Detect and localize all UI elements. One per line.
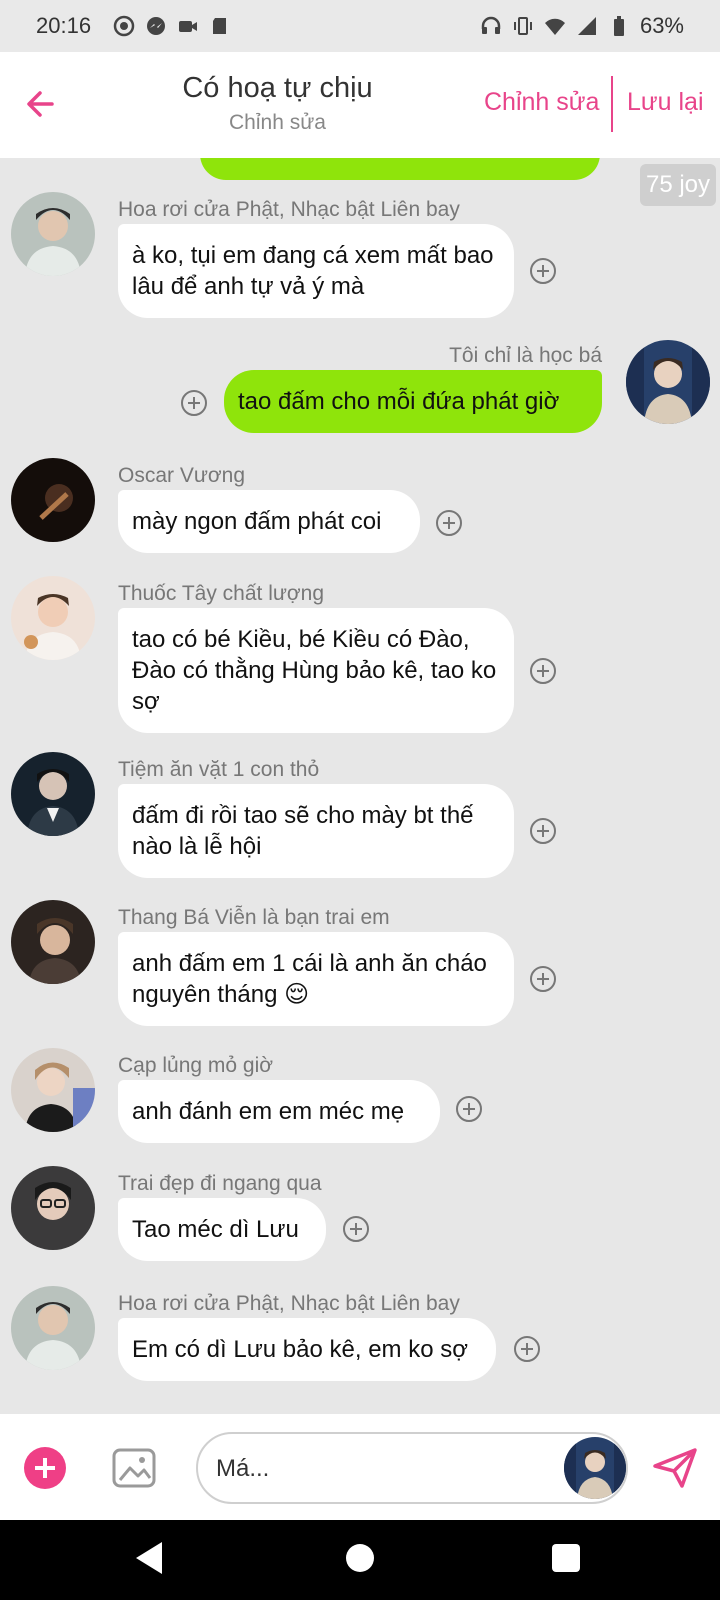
add-reaction-icon[interactable]	[343, 1216, 369, 1242]
headphones-icon	[481, 16, 501, 34]
chat-header: Có hoạ tự chịu Chỉnh sửa Chỉnh sửa Lưu l…	[0, 52, 720, 158]
nav-back-icon[interactable]	[134, 1540, 164, 1576]
sender-name: Thang Bá Viễn là bạn trai em	[118, 906, 390, 929]
nav-home-icon[interactable]	[346, 1544, 374, 1572]
status-bar: 20:16 63%	[0, 0, 720, 52]
signal-icon	[577, 17, 596, 35]
sender-name: Hoa rơi cửa Phật, Nhạc bật Liên bay	[118, 198, 460, 221]
add-reaction-icon[interactable]	[530, 658, 556, 684]
joy-badge: 75 joy	[640, 164, 716, 206]
vibrate-icon	[513, 17, 532, 35]
message-bubble[interactable]: tao đấm cho mỗi đứa phát giờ	[224, 370, 602, 433]
avatar[interactable]	[11, 458, 95, 542]
nav-recents-icon[interactable]	[552, 1544, 580, 1572]
sender-name: Hoa rơi cửa Phật, Nhạc bật Liên bay	[118, 1292, 460, 1315]
avatar[interactable]	[626, 340, 710, 424]
back-arrow-icon[interactable]	[20, 82, 64, 126]
message-input[interactable]	[216, 1450, 546, 1488]
page-subtitle: Chỉnh sửa	[229, 111, 326, 134]
edit-button[interactable]: Chỉnh sửa	[484, 88, 599, 117]
sender-name: Trai đẹp đi ngang qua	[118, 1172, 322, 1195]
avatar[interactable]	[11, 1286, 95, 1370]
header-divider	[611, 76, 613, 132]
save-button[interactable]: Lưu lại	[627, 88, 704, 117]
message-bubble[interactable]: Em có dì Lưu bảo kê, em ko sợ	[118, 1318, 496, 1381]
avatar[interactable]	[11, 192, 95, 276]
message-bubble[interactable]: Tao méc dì Lưu	[118, 1198, 326, 1261]
sender-name: Cạp lủng mỏ giờ	[118, 1054, 274, 1077]
message-bubble[interactable]: đấm đi rồi tao sẽ cho mày bt thế nào là …	[118, 784, 514, 878]
sender-name: Tiệm ăn vặt 1 con thỏ	[118, 758, 320, 781]
add-reaction-icon[interactable]	[530, 818, 556, 844]
sd-card-icon	[213, 18, 227, 34]
message-input-wrap	[196, 1432, 628, 1504]
notification-icons	[113, 15, 231, 37]
add-reaction-icon[interactable]	[181, 390, 207, 416]
previous-message-bubble	[200, 158, 600, 180]
record-icon	[113, 15, 135, 37]
send-icon[interactable]	[652, 1446, 698, 1490]
add-reaction-icon[interactable]	[530, 966, 556, 992]
message-bubble[interactable]: tao có bé Kiều, bé Kiều có Đào, Đào có t…	[118, 608, 514, 733]
add-reaction-icon[interactable]	[514, 1336, 540, 1362]
avatar[interactable]	[11, 1166, 95, 1250]
message-bubble[interactable]: anh đánh em em méc mẹ	[118, 1080, 440, 1143]
sender-avatar-selector[interactable]	[564, 1437, 626, 1499]
messenger-icon	[147, 17, 166, 35]
page-title: Có hoạ tự chịu	[182, 72, 373, 104]
add-reaction-icon[interactable]	[436, 510, 462, 536]
composer-bar	[0, 1414, 720, 1520]
message-bubble[interactable]: anh đấm em 1 cái là anh ăn cháo nguyên t…	[118, 932, 514, 1026]
sender-name: Thuốc Tây chất lượng	[118, 582, 325, 605]
avatar[interactable]	[11, 900, 95, 984]
sender-name: Oscar Vương	[118, 464, 246, 487]
battery-icon	[613, 16, 624, 36]
avatar[interactable]	[11, 1048, 95, 1132]
status-time: 20:16	[36, 13, 92, 38]
status-right: 63%	[480, 13, 684, 39]
message-bubble[interactable]: mày ngon đấm phát coi	[118, 490, 420, 553]
battery-level: 63%	[639, 13, 684, 38]
avatar[interactable]	[11, 576, 95, 660]
chat-area[interactable]: 75 joy Hoa rơi cửa Phật, Nhạc bật Liên b…	[0, 158, 720, 1414]
add-reaction-icon[interactable]	[456, 1096, 482, 1122]
sender-name: Tôi chỉ là học bá	[449, 344, 602, 367]
image-picker-icon[interactable]	[112, 1446, 156, 1490]
system-nav-bar	[0, 1520, 720, 1600]
message-bubble[interactable]: à ko, tụi em đang cá xem mất bao lâu để …	[118, 224, 514, 318]
avatar[interactable]	[11, 752, 95, 836]
add-attachment-button[interactable]	[24, 1447, 66, 1489]
video-icon	[179, 21, 198, 32]
title-wrap: Có hoạ tự chịu Chỉnh sửa	[130, 72, 425, 135]
add-reaction-icon[interactable]	[530, 258, 556, 284]
wifi-icon	[544, 18, 565, 35]
